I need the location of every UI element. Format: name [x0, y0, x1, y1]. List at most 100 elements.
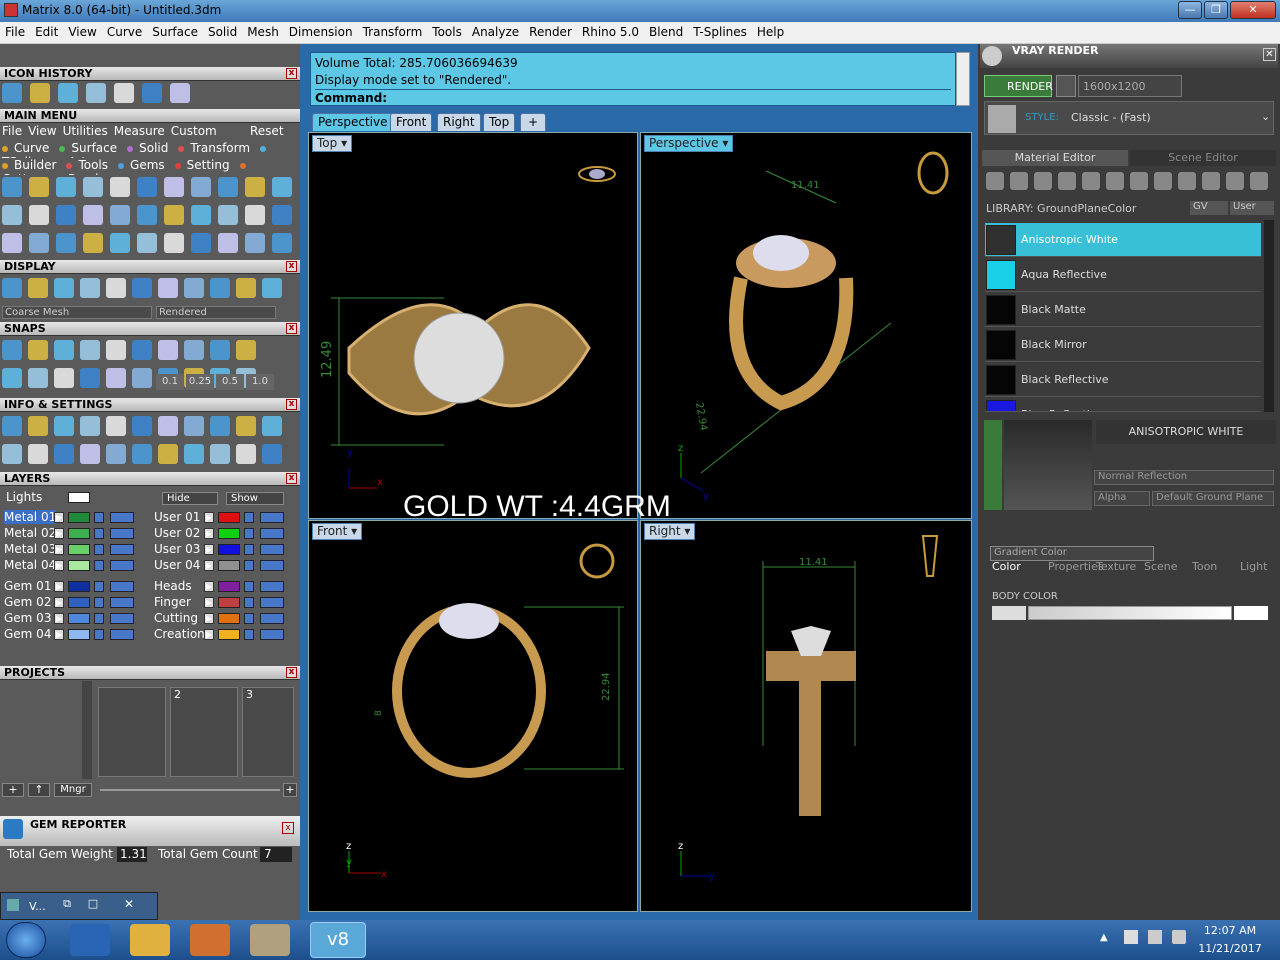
tool-icon[interactable] — [132, 278, 152, 298]
tool-icon[interactable] — [2, 368, 22, 388]
show-button[interactable]: Show — [226, 492, 284, 505]
tool-icon[interactable] — [262, 416, 282, 436]
tool-icon[interactable] — [56, 233, 76, 253]
menu-tools[interactable]: Tools — [427, 22, 467, 39]
network-icon[interactable] — [1148, 930, 1162, 944]
tool-icon[interactable] — [210, 340, 230, 360]
lock-icon[interactable] — [94, 581, 104, 592]
snap-value[interactable]: 0.1 — [156, 374, 184, 390]
material-tool-icon[interactable] — [1034, 172, 1052, 190]
tool-icon[interactable] — [106, 278, 126, 298]
minimized-window[interactable]: V... ⧉ □ ✕ — [0, 892, 158, 920]
visibility-icon[interactable] — [110, 597, 134, 608]
lock-icon[interactable] — [244, 581, 254, 592]
close-icon[interactable]: ✕ — [117, 897, 141, 913]
layer-color-swatch[interactable] — [68, 528, 90, 539]
close-icon[interactable]: ✕ — [1263, 48, 1276, 61]
project-slot[interactable]: 3 — [242, 687, 294, 777]
visibility-icon[interactable] — [260, 544, 284, 555]
expand-arrow-icon[interactable]: ▶ — [204, 629, 214, 640]
body-color-gradient[interactable] — [1028, 606, 1232, 620]
preview-toggle-button[interactable] — [984, 420, 1002, 510]
menu-solid[interactable]: Solid — [203, 22, 242, 39]
main-menu-file[interactable]: File — [2, 124, 22, 138]
menu-render[interactable]: Render — [524, 22, 577, 39]
lock-icon[interactable] — [244, 613, 254, 624]
layer-color-swatch[interactable] — [68, 560, 90, 571]
tool-icon[interactable] — [236, 444, 256, 464]
menu-curve[interactable]: Curve — [102, 22, 147, 39]
main-menu-measure[interactable]: Measure — [114, 124, 165, 138]
tool-icon[interactable] — [114, 83, 134, 103]
material-tool-icon[interactable] — [1058, 172, 1076, 190]
tool-icon[interactable] — [28, 444, 48, 464]
menu-view[interactable]: View — [63, 22, 101, 39]
tool-icon[interactable] — [132, 368, 152, 388]
tool-icon[interactable] — [210, 278, 230, 298]
tool-icon[interactable] — [210, 416, 230, 436]
tool-icon[interactable] — [210, 444, 230, 464]
lock-icon[interactable] — [244, 629, 254, 640]
tool-icon[interactable] — [58, 83, 78, 103]
visibility-icon[interactable] — [110, 512, 134, 523]
layer-row[interactable]: Cutting ▶ — [150, 611, 295, 626]
render-button[interactable]: RENDER — [984, 75, 1053, 97]
material-item[interactable]: Anisotropic White — [985, 223, 1261, 257]
tool-icon[interactable] — [137, 205, 157, 225]
lock-icon[interactable] — [244, 560, 254, 571]
layer-row[interactable]: User 03 ▶ — [150, 542, 295, 557]
layer-color-swatch[interactable] — [68, 544, 90, 555]
menu-curve[interactable]: Curve — [2, 141, 55, 155]
tool-icon[interactable] — [28, 340, 48, 360]
expand-arrow-icon[interactable]: ▶ — [54, 528, 64, 539]
alpha-select[interactable]: Alpha — [1094, 491, 1150, 506]
tray-arrow-icon[interactable]: ▲ — [1100, 932, 1108, 943]
menu-t-splines[interactable]: T-Splines — [688, 22, 752, 39]
explorer-icon[interactable] — [130, 924, 170, 956]
tool-icon[interactable] — [80, 368, 100, 388]
layer-color-swatch[interactable] — [218, 560, 240, 571]
tab-top[interactable]: Top — [483, 113, 516, 131]
menu-transform[interactable]: Transform — [358, 22, 428, 39]
tool-icon[interactable] — [30, 83, 50, 103]
material-item[interactable]: Black Matte — [985, 293, 1261, 327]
tool-icon[interactable] — [158, 340, 178, 360]
menu-surface[interactable]: Surface — [59, 141, 123, 155]
reset-button[interactable]: Reset — [250, 124, 284, 138]
snap-value[interactable]: 0.25 — [186, 374, 214, 390]
project-slot[interactable] — [98, 687, 166, 777]
tool-icon[interactable] — [191, 177, 211, 197]
body-color-swatch-start[interactable] — [992, 606, 1026, 620]
add-project-button[interactable]: + — [2, 783, 24, 797]
visibility-icon[interactable] — [260, 581, 284, 592]
visibility-icon[interactable] — [110, 629, 134, 640]
user-toggle[interactable]: User — [1230, 201, 1274, 215]
visibility-icon[interactable] — [110, 544, 134, 555]
layer-row[interactable]: Metal 04 ▶ — [0, 558, 145, 573]
material-tool-icon[interactable] — [1202, 172, 1220, 190]
tool-icon[interactable] — [28, 278, 48, 298]
tab-scene-editor[interactable]: Scene Editor — [1130, 150, 1276, 166]
tool-icon[interactable] — [106, 444, 126, 464]
expand-arrow-icon[interactable]: ▶ — [204, 528, 214, 539]
tool-icon[interactable] — [80, 444, 100, 464]
layer-color-swatch[interactable] — [68, 512, 90, 523]
flag-icon[interactable] — [1124, 930, 1138, 944]
paint-icon[interactable] — [250, 924, 290, 956]
tool-icon[interactable] — [158, 278, 178, 298]
layer-row[interactable]: Metal 03 ▶ — [0, 542, 145, 557]
tool-icon[interactable] — [2, 340, 22, 360]
lock-icon[interactable] — [94, 629, 104, 640]
tool-icon[interactable] — [218, 233, 238, 253]
layer-color-swatch[interactable] — [218, 613, 240, 624]
add-tab-button[interactable]: + — [520, 113, 546, 131]
material-tool-icon[interactable] — [1154, 172, 1172, 190]
expand-arrow-icon[interactable]: ▶ — [204, 613, 214, 624]
tab-material-editor[interactable]: Material Editor — [982, 150, 1128, 166]
tab-perspective[interactable]: Perspective — [312, 113, 394, 131]
expand-arrow-icon[interactable]: ▶ — [54, 560, 64, 571]
visibility-icon[interactable] — [110, 528, 134, 539]
tool-icon[interactable] — [2, 233, 22, 253]
up-button[interactable]: ↑ — [28, 783, 50, 797]
camera-icon[interactable] — [1056, 75, 1076, 97]
